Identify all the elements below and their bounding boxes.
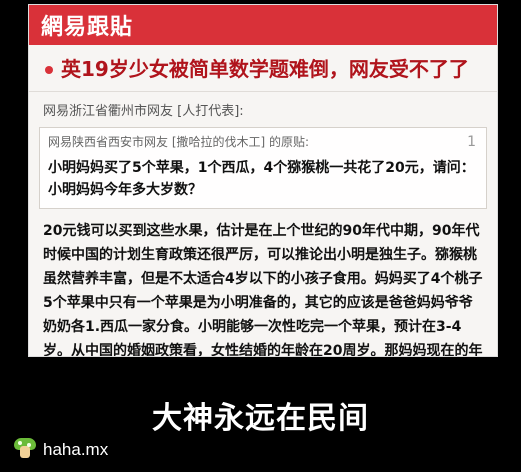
brand-mark: haha.mx [14,438,108,460]
mushroom-logo-icon [14,438,36,460]
brand-text: haha.mx [43,439,109,459]
quoted-post: 网易陕西省西安市网友 [撒哈拉的伐木工] 的原贴: 1 小明妈妈买了5个苹果，1… [39,127,487,209]
quoted-post-meta: 网易陕西省西安市网友 [撒哈拉的伐木工] 的原贴: [48,135,310,149]
quoted-post-text: 小明妈妈买了5个苹果，1个西瓜，4个猕猴桃一共花了20元，请问：小明妈妈今年多大… [48,160,475,198]
news-comment-panel: 網易跟貼 英19岁少女被简单数学题难倒，网友受不了了 网易浙江省衢州市网友 [人… [28,4,498,357]
headline-row: 英19岁少女被简单数学题难倒，网友受不了了 [43,57,483,81]
headline-text: 英19岁少女被简单数学题难倒，网友受不了了 [61,57,469,81]
quoted-post-number: 1 [467,134,476,150]
caption-text: 大神永远在民间 [152,401,369,436]
meme-frame: 網易跟貼 英19岁少女被简单数学题难倒，网友受不了了 网易浙江省衢州市网友 [人… [0,0,521,472]
header-bar: 網易跟貼 [29,5,497,45]
headline-section: 英19岁少女被简单数学题难倒，网友受不了了 [29,45,497,92]
reporter-line: 网易浙江省衢州市网友 [人打代表]: [43,104,244,119]
header-title: 網易跟貼 [41,15,134,40]
bullet-icon [45,66,53,74]
reply-text: 20元钱可以买到这些水果，估计是在上个世纪的90年代中期，90年代时候中国的计划… [43,222,483,357]
